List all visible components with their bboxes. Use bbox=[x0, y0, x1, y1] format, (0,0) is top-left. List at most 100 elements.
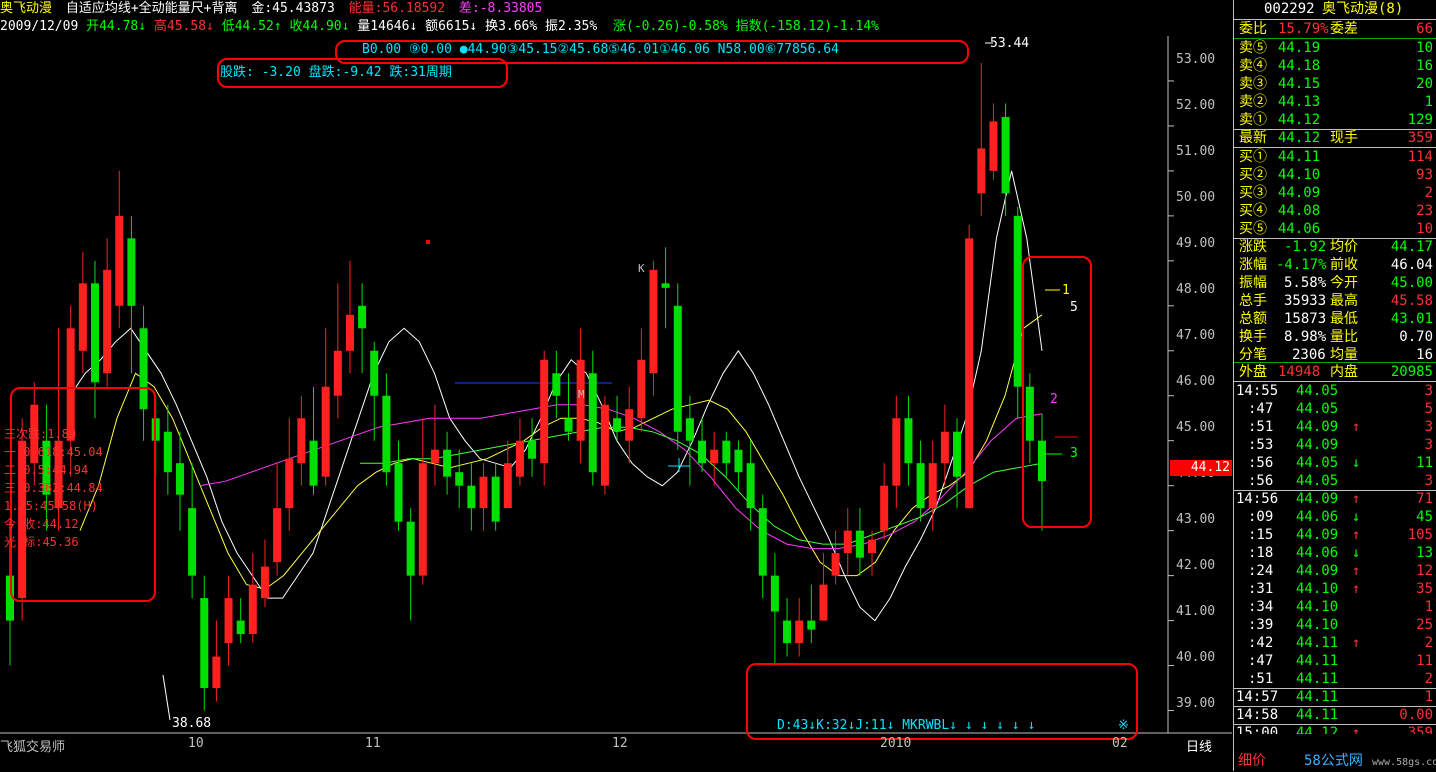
waipan-value: 14948 bbox=[1278, 364, 1321, 380]
candle-body bbox=[904, 418, 913, 464]
candle-body bbox=[188, 508, 197, 576]
neipan-value: 20985 bbox=[1390, 364, 1433, 380]
y-tick-label: 53.00 bbox=[1176, 52, 1216, 67]
ask-price: 44.13 bbox=[1278, 94, 1321, 110]
candle-body bbox=[953, 431, 962, 477]
tick-price: 44.09 bbox=[1296, 491, 1339, 507]
signal-mark-5: 5 bbox=[1070, 300, 1078, 315]
stock-name: 奥飞动漫 bbox=[0, 1, 53, 16]
candle-body bbox=[418, 463, 427, 576]
tick-volume: 0.00 bbox=[1399, 707, 1433, 723]
up-arrow-icon: ↑ bbox=[1352, 419, 1361, 435]
bid-label: 买③ bbox=[1239, 185, 1267, 201]
tick-time: :47 bbox=[1248, 653, 1274, 669]
tick-volume: 2 bbox=[1424, 635, 1433, 651]
stat-value: 43.01 bbox=[1390, 311, 1433, 327]
down-arrow-icon: ↓ bbox=[138, 19, 147, 34]
ask-price: 44.12 bbox=[1278, 112, 1321, 128]
bid-qty: 10 bbox=[1416, 221, 1433, 237]
candle-body bbox=[406, 521, 415, 576]
weicha-label: 委差 bbox=[1330, 21, 1358, 37]
down-arrow-icon: ↓ bbox=[1352, 455, 1361, 471]
tick-list[interactable]: 14:55 44.05 3:47 44.05 5:51 44.09 ↑ 3:53 44.09 3:… bbox=[1234, 382, 1436, 734]
quote-change: 涨(-0.26)-0.58% bbox=[613, 19, 728, 34]
tick-volume: 5 bbox=[1424, 401, 1433, 417]
tick-time: :56 bbox=[1248, 455, 1274, 471]
x-tick-label: 02 bbox=[1112, 736, 1128, 751]
candle-body bbox=[1013, 215, 1022, 387]
bid-label: 买② bbox=[1239, 167, 1267, 183]
candle-body bbox=[90, 283, 99, 383]
candle-body bbox=[928, 463, 937, 509]
up-arrow-icon: ↑ bbox=[1352, 563, 1361, 579]
candle-body bbox=[260, 566, 269, 599]
bid-row: 买③ 44.09 2 bbox=[1234, 184, 1436, 202]
diff-label: 差: bbox=[458, 1, 480, 16]
tick-row: :47 44.05 5 bbox=[1234, 400, 1436, 418]
signal-mark-3: 3 bbox=[1070, 446, 1078, 461]
tick-row: 14:57 44.11 1 bbox=[1234, 688, 1436, 706]
tick-volume: 1 bbox=[1424, 689, 1433, 705]
candle-body bbox=[103, 269, 112, 374]
mark-m: M bbox=[578, 388, 585, 401]
xianshou-label: 现手 bbox=[1330, 130, 1358, 146]
stat-label: 总手 bbox=[1239, 293, 1267, 309]
candle-body bbox=[843, 530, 852, 554]
candle-body bbox=[746, 463, 755, 509]
watermark-url: www.58gs.com bbox=[1372, 757, 1436, 768]
candle-body bbox=[175, 463, 184, 495]
quote-low: 低44.52 bbox=[221, 19, 274, 34]
candle-body bbox=[321, 386, 330, 477]
tick-price: 44.05 bbox=[1296, 401, 1339, 417]
tick-row: :51 44.09 ↑ 3 bbox=[1234, 418, 1436, 436]
candle-body bbox=[345, 314, 354, 351]
y-tick-label: 47.00 bbox=[1176, 328, 1216, 343]
quote-high: 高45.58 bbox=[153, 19, 207, 34]
stat-row: 总手 35933 最高 45.58 bbox=[1234, 292, 1436, 310]
tick-time: 14:55 bbox=[1236, 383, 1279, 399]
up-arrow-icon: ↑ bbox=[273, 19, 282, 34]
tick-row: :47 44.11 11 bbox=[1234, 652, 1436, 670]
candle-body bbox=[868, 539, 877, 554]
x-tick-label: 2010 bbox=[880, 736, 912, 751]
bid-price: 44.06 bbox=[1278, 221, 1321, 237]
quote-turnover: 换3.66% bbox=[485, 19, 538, 34]
stat-label: 总额 bbox=[1239, 311, 1267, 327]
bid-qty: 93 bbox=[1416, 167, 1433, 183]
x-tick-label: 10 bbox=[188, 736, 204, 751]
bid-qty: 2 bbox=[1424, 185, 1433, 201]
stat-value: 15873 bbox=[1284, 311, 1327, 327]
candle-body bbox=[698, 440, 707, 464]
tick-time: :47 bbox=[1248, 401, 1274, 417]
candle-body bbox=[491, 476, 500, 522]
candle-body bbox=[831, 553, 840, 576]
candle-body bbox=[819, 584, 828, 621]
quote-amount: 额6615 bbox=[425, 19, 470, 34]
signal-mark-2: 2 bbox=[1050, 392, 1058, 407]
retracement-item: 今 收:44.12 bbox=[4, 517, 79, 531]
quote-close: 收44.90 bbox=[289, 19, 342, 34]
current-price-tag: 44.12 bbox=[1170, 460, 1232, 476]
header-line-2: 2009/12/09 开44.78↓ 高45.58↓ 低44.52↑ 收44.9… bbox=[0, 18, 879, 36]
up-arrow-icon: ↑ bbox=[1352, 725, 1361, 734]
detail-price-tab[interactable]: 细价 bbox=[1238, 752, 1266, 770]
jin-label: 金: bbox=[251, 1, 273, 16]
weibi-row: 委比 15.79% 委差 66 bbox=[1234, 20, 1436, 38]
tick-row: :31 44.10 ↑ 35 bbox=[1234, 580, 1436, 598]
candle-body bbox=[358, 305, 367, 329]
period-button[interactable]: 日线 bbox=[1186, 736, 1212, 755]
tick-volume: 105 bbox=[1407, 527, 1433, 543]
stock-code: 002292 bbox=[1264, 1, 1315, 17]
tick-time: :56 bbox=[1248, 473, 1274, 489]
tick-volume: 2 bbox=[1424, 671, 1433, 687]
tick-price: 44.11 bbox=[1296, 707, 1339, 723]
candle-body bbox=[333, 350, 342, 396]
tick-volume: 3 bbox=[1424, 437, 1433, 453]
stat-label: 最高 bbox=[1330, 293, 1358, 309]
candle-body bbox=[552, 373, 561, 396]
tick-volume: 71 bbox=[1416, 491, 1433, 507]
stat-value: 0.70 bbox=[1399, 329, 1433, 345]
mark-k: K bbox=[638, 262, 645, 275]
tick-row: :51 44.11 2 bbox=[1234, 670, 1436, 688]
candle-body bbox=[127, 238, 136, 306]
